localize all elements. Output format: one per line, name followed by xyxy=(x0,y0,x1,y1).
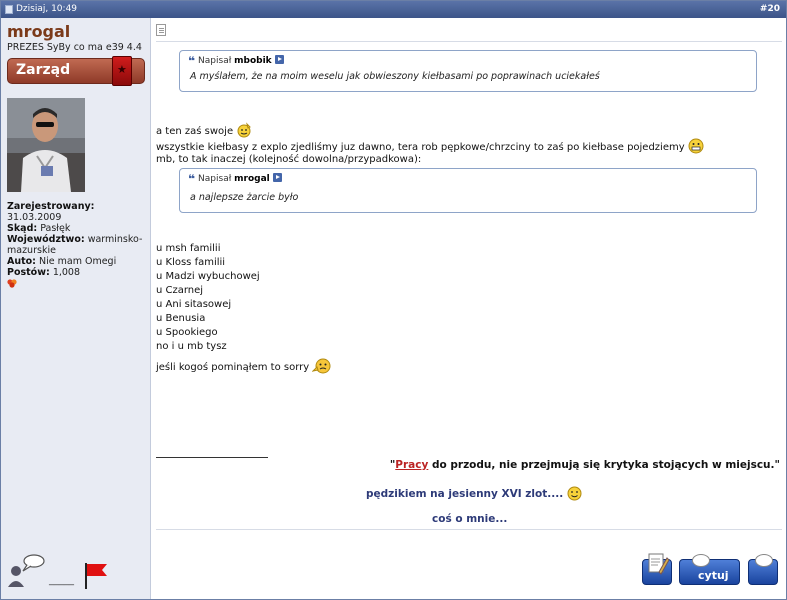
quote-header: ❝ Napisał mrogal xyxy=(188,172,282,186)
signature-zlot-link[interactable]: pędzikiem na jesienny XVI zlot.... xyxy=(366,486,582,501)
reply-button[interactable] xyxy=(748,554,778,585)
quote-marks-icon: ❝ xyxy=(188,54,196,68)
post-content: ❝ Napisał mbobik A myślałem, że na moim w… xyxy=(152,18,786,599)
quote-bubble-icon xyxy=(692,554,710,567)
avatar xyxy=(7,98,85,192)
rank-badge: Zarząd ★ xyxy=(7,56,145,86)
forum-post: Dzisiaj, 10:49 #20 mrogal PREZES SyBy co… xyxy=(0,0,787,600)
list-item: u Benusia xyxy=(156,313,206,324)
divider xyxy=(156,529,782,530)
rank-flag-icon: ★ xyxy=(112,56,132,86)
info-registered: Zarejestrowany: 31.03.2009 xyxy=(7,201,95,223)
signature-link-pracy[interactable]: Pracy xyxy=(395,459,428,471)
info-car: Auto: Nie mam Omegi xyxy=(7,256,117,267)
post-type-icon xyxy=(156,24,166,36)
message-line: mb, to tak inaczej (kolejność dowolna/pr… xyxy=(156,154,422,165)
username[interactable]: mrogal xyxy=(7,22,70,41)
user-title: PREZES SyBy co ma e39 4.4 xyxy=(7,42,142,53)
signature-divider xyxy=(156,457,268,458)
list-item: no i u mb tysz xyxy=(156,341,227,352)
user-profile-icon[interactable] xyxy=(7,553,47,593)
quote-marks-icon: ❝ xyxy=(188,172,196,186)
message-line: a ten zaś swoje xyxy=(156,122,252,138)
list-item: u Kloss familii xyxy=(156,257,226,268)
divider xyxy=(156,41,782,42)
quote-header: ❝ Napisał mbobik xyxy=(188,54,284,68)
edit-button[interactable] xyxy=(642,553,672,585)
signature-quote: "Pracy do przodu, nie przejmują się kryt… xyxy=(389,459,780,471)
sorry-smiley-icon xyxy=(312,358,331,374)
quote-box: ❝ Napisał mrogal a najlepsze żarcie było xyxy=(179,168,757,213)
quote-button[interactable]: cytuj xyxy=(679,554,740,585)
list-item: u Spookiego xyxy=(156,327,218,338)
list-item: u Ani sitasowej xyxy=(156,299,232,310)
grin-smiley-icon xyxy=(688,138,704,154)
quote-author: mrogal xyxy=(234,174,270,184)
smile-icon xyxy=(567,486,582,501)
info-region: Województwo: warminsko-mazurskie xyxy=(7,234,143,256)
message-line: jeśli kogoś pominąłem to sorry xyxy=(156,358,332,374)
info-location: Skąd: Pasłęk xyxy=(7,223,71,234)
edit-icon xyxy=(648,553,669,575)
info-posts: Postów: 1,008 xyxy=(7,267,81,278)
quote-text: a najlepsze żarcie było xyxy=(190,192,299,203)
quote-text: A myślałem, że na moim weselu jak obwies… xyxy=(190,71,600,82)
post-header: Dzisiaj, 10:49 #20 xyxy=(1,1,786,18)
report-flag-icon[interactable] xyxy=(83,561,109,591)
quote-author: mbobik xyxy=(234,56,272,66)
reputation[interactable] xyxy=(7,278,147,291)
rank-label: Zarząd xyxy=(16,62,71,78)
message-line: wszystkie kiełbasy z explo zjedliśmy juz… xyxy=(156,138,704,154)
post-date: Dzisiaj, 10:49 xyxy=(16,4,78,14)
view-post-icon[interactable] xyxy=(274,55,284,64)
online-status-text: _____ xyxy=(49,575,74,586)
quote-box: ❝ Napisał mbobik A myślałem, że na moim w… xyxy=(179,50,757,92)
list-item: u Madzi wybuchowej xyxy=(156,271,260,282)
list-item: u msh familii xyxy=(156,243,221,254)
user-sidebar: mrogal PREZES SyBy co ma e39 4.4 Zarząd … xyxy=(1,18,151,599)
list-item: u Czarnej xyxy=(156,285,204,296)
reply-bubble-icon xyxy=(755,554,773,567)
user-actions: _____ xyxy=(7,553,117,593)
post-number-link[interactable]: #20 xyxy=(760,1,780,18)
view-post-icon[interactable] xyxy=(272,173,282,182)
waving-smiley-icon xyxy=(237,122,252,138)
user-info: Zarejestrowany: 31.03.2009 Skąd: Pasłęk … xyxy=(7,201,147,291)
signature-about-link[interactable]: coś o mnie... xyxy=(432,513,507,525)
post-icon xyxy=(5,5,13,14)
reputation-icon xyxy=(7,279,17,288)
